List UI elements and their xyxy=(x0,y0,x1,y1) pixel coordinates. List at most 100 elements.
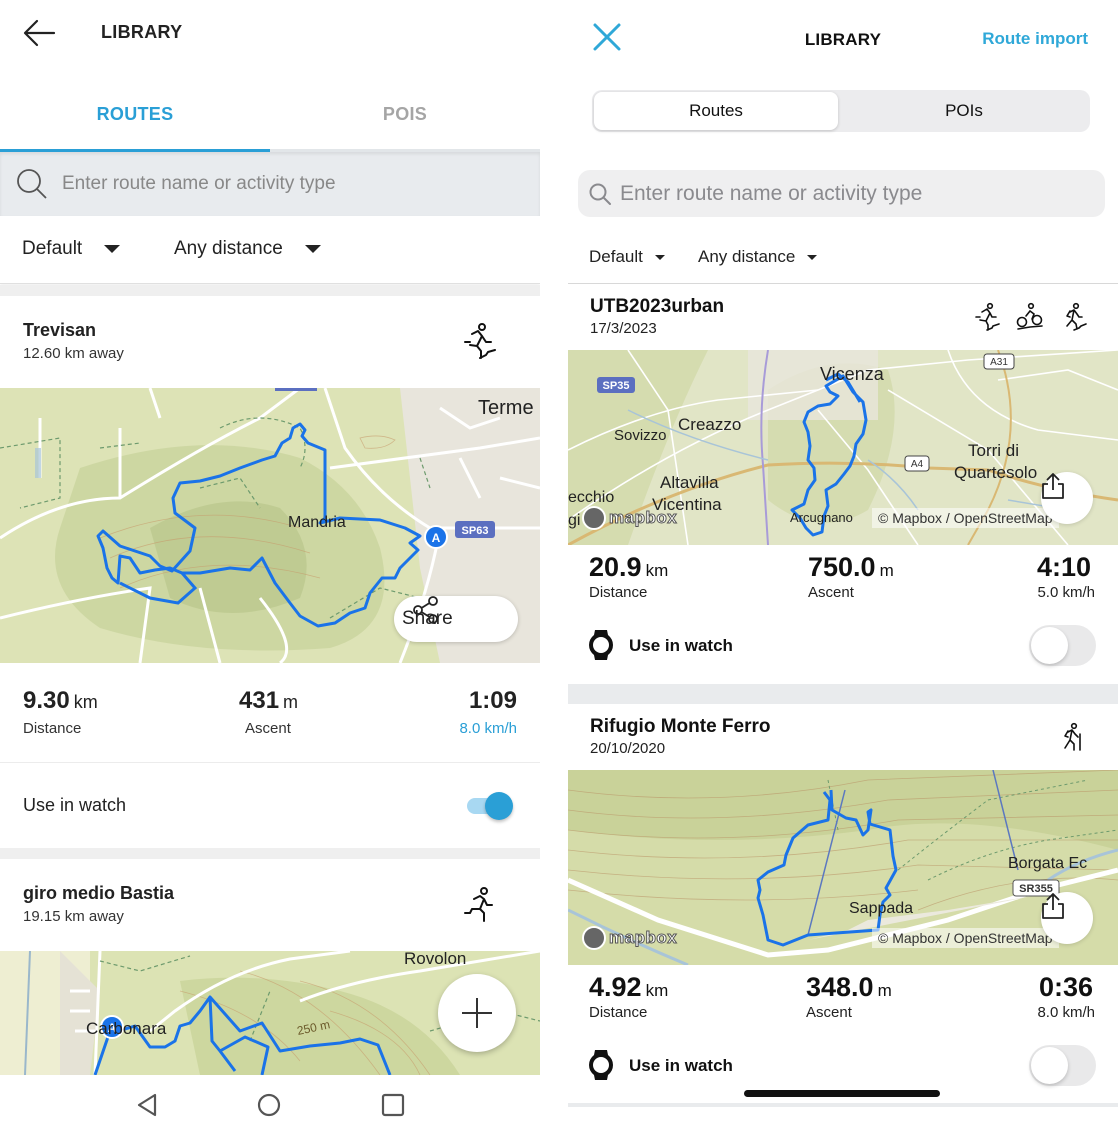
place-label: Terme xyxy=(478,397,534,419)
caret-down-icon xyxy=(104,245,121,253)
start-marker: A xyxy=(432,531,441,545)
duration-value: 4:10 xyxy=(1036,552,1091,582)
segment-pois[interactable]: POIs xyxy=(840,92,1088,130)
search-icon xyxy=(17,169,47,199)
back-nav-icon[interactable] xyxy=(134,1092,160,1118)
use-in-watch-row: Use in watch xyxy=(0,763,540,848)
speed-value: 8.0 km/h xyxy=(1037,1004,1095,1021)
speed-value: 8.0 km/h xyxy=(459,720,517,737)
map-attribution[interactable]: © Mapbox / OpenStreetMap xyxy=(872,508,1059,528)
search-bar xyxy=(578,170,1105,217)
trail-running-icon xyxy=(464,323,496,359)
road-label: A4 xyxy=(911,459,924,470)
mapbox-logo: mapbox xyxy=(582,926,677,950)
home-nav-icon[interactable] xyxy=(256,1092,282,1118)
route-map[interactable]: SP35 A31 A4 Vicenza Creazzo Sovizzo Alta… xyxy=(568,350,1118,545)
share-icon xyxy=(1042,473,1064,499)
sort-dropdown-label: Default xyxy=(589,247,643,266)
toggle-knob xyxy=(1031,627,1068,664)
list-separator xyxy=(0,285,540,296)
distance-label: Distance xyxy=(589,584,648,601)
use-in-watch-toggle[interactable] xyxy=(1029,1045,1096,1086)
tab-pois[interactable]: POIS xyxy=(270,80,540,152)
distance-label: Distance xyxy=(589,1004,648,1021)
use-in-watch-label: Use in watch xyxy=(629,636,733,655)
list-separator xyxy=(568,684,1118,704)
place-label: Creazzo xyxy=(678,415,741,434)
use-in-watch-label: Use in watch xyxy=(629,1056,733,1075)
route-map[interactable]: A SP63 Mandria Terme Share xyxy=(0,388,540,663)
search-input[interactable] xyxy=(62,173,502,195)
route-date: 17/3/2023 xyxy=(590,320,657,337)
speed-value: 5.0 km/h xyxy=(1037,584,1095,601)
route-card-header[interactable]: Trevisan 12.60 km away xyxy=(0,296,540,388)
place-label: ecchio xyxy=(568,489,614,506)
distance-value: 20.9 km xyxy=(589,552,668,583)
place-label: Altavilla xyxy=(660,473,719,492)
mountain-biking-icon xyxy=(1016,302,1043,330)
distance-dropdown[interactable]: Any distance xyxy=(174,238,321,260)
mapbox-logo-text: mapbox xyxy=(608,928,678,948)
distance-dropdown-label: Any distance xyxy=(174,238,283,259)
add-route-button[interactable] xyxy=(438,974,516,1052)
route-map[interactable]: Sappada Borgata Ec SR355 mapbox © Mapbox… xyxy=(568,770,1118,965)
segmented-control: Routes POIs xyxy=(592,90,1090,132)
route-name: Rifugio Monte Ferro xyxy=(590,716,771,737)
filter-bar: Default Any distance xyxy=(0,216,540,284)
page-title: LIBRARY xyxy=(101,22,183,42)
place-label: Borgata Ec xyxy=(1008,855,1087,872)
place-label: Quartesolo xyxy=(954,463,1037,482)
route-card-header[interactable]: giro medio Bastia 19.15 km away xyxy=(0,859,540,951)
road-label: SP35 xyxy=(603,380,630,392)
segment-routes[interactable]: Routes xyxy=(594,92,838,130)
divider xyxy=(568,283,1118,284)
share-button[interactable] xyxy=(1041,892,1093,944)
tab-routes[interactable]: ROUTES xyxy=(0,80,270,152)
distance-unit: km xyxy=(645,561,669,580)
distance-number: 4.92 xyxy=(589,972,642,1002)
mapbox-logo: mapbox xyxy=(582,506,677,530)
ascent-unit: m xyxy=(879,561,894,580)
place-label: Mandria xyxy=(288,514,346,531)
arrow-left-icon[interactable] xyxy=(22,18,56,48)
search-input[interactable] xyxy=(620,181,1080,206)
share-button[interactable] xyxy=(1041,472,1093,524)
sort-dropdown[interactable]: Default xyxy=(589,247,665,267)
running-icon xyxy=(464,887,493,922)
route-name: giro medio Bastia xyxy=(23,883,175,903)
route-import-button[interactable]: Route import xyxy=(982,29,1088,49)
use-in-watch-toggle[interactable] xyxy=(467,792,513,820)
mapbox-logo-icon xyxy=(582,506,606,530)
app-header: LIBRARY xyxy=(0,0,540,70)
tab-bar: ROUTES POIS xyxy=(0,80,540,152)
distance-value: 4.92 km xyxy=(589,972,668,1003)
sort-dropdown[interactable]: Default xyxy=(22,238,121,260)
distance-unit: km xyxy=(73,692,98,712)
route-stats: 9.30 km Distance 431 m Ascent 1:09 8.0 km/… xyxy=(0,663,540,763)
caret-down-icon xyxy=(807,254,818,260)
share-button[interactable]: Share xyxy=(394,596,518,642)
route-distance-away: 19.15 km away xyxy=(23,908,124,925)
map-attribution[interactable]: © Mapbox / OpenStreetMap xyxy=(872,928,1059,948)
distance-label: Distance xyxy=(23,720,82,737)
system-nav-bar xyxy=(0,1075,540,1129)
ascent-label: Ascent xyxy=(806,1004,852,1021)
home-indicator[interactable] xyxy=(744,1090,940,1097)
place-label: Rovolon xyxy=(404,951,466,968)
distance-number: 9.30 xyxy=(23,687,70,714)
route-name: UTB2023urban xyxy=(590,296,725,317)
watch-icon xyxy=(589,1050,613,1080)
place-label: Carbonara xyxy=(86,1019,167,1038)
distance-dropdown[interactable]: Any distance xyxy=(698,247,818,267)
place-label: Sappada xyxy=(849,900,913,917)
recents-nav-icon[interactable] xyxy=(380,1092,406,1118)
toggle-knob xyxy=(485,792,513,820)
use-in-watch-toggle[interactable] xyxy=(1029,625,1096,666)
trail-running-icon xyxy=(975,302,1000,331)
search-icon xyxy=(589,183,611,205)
android-library-screen: LIBRARY ROUTES POIS Default Any distance… xyxy=(0,0,540,1129)
road-label: A31 xyxy=(990,357,1008,368)
list-separator xyxy=(0,848,540,859)
distance-unit: km xyxy=(645,981,669,1000)
hiking-icon xyxy=(1066,302,1087,331)
